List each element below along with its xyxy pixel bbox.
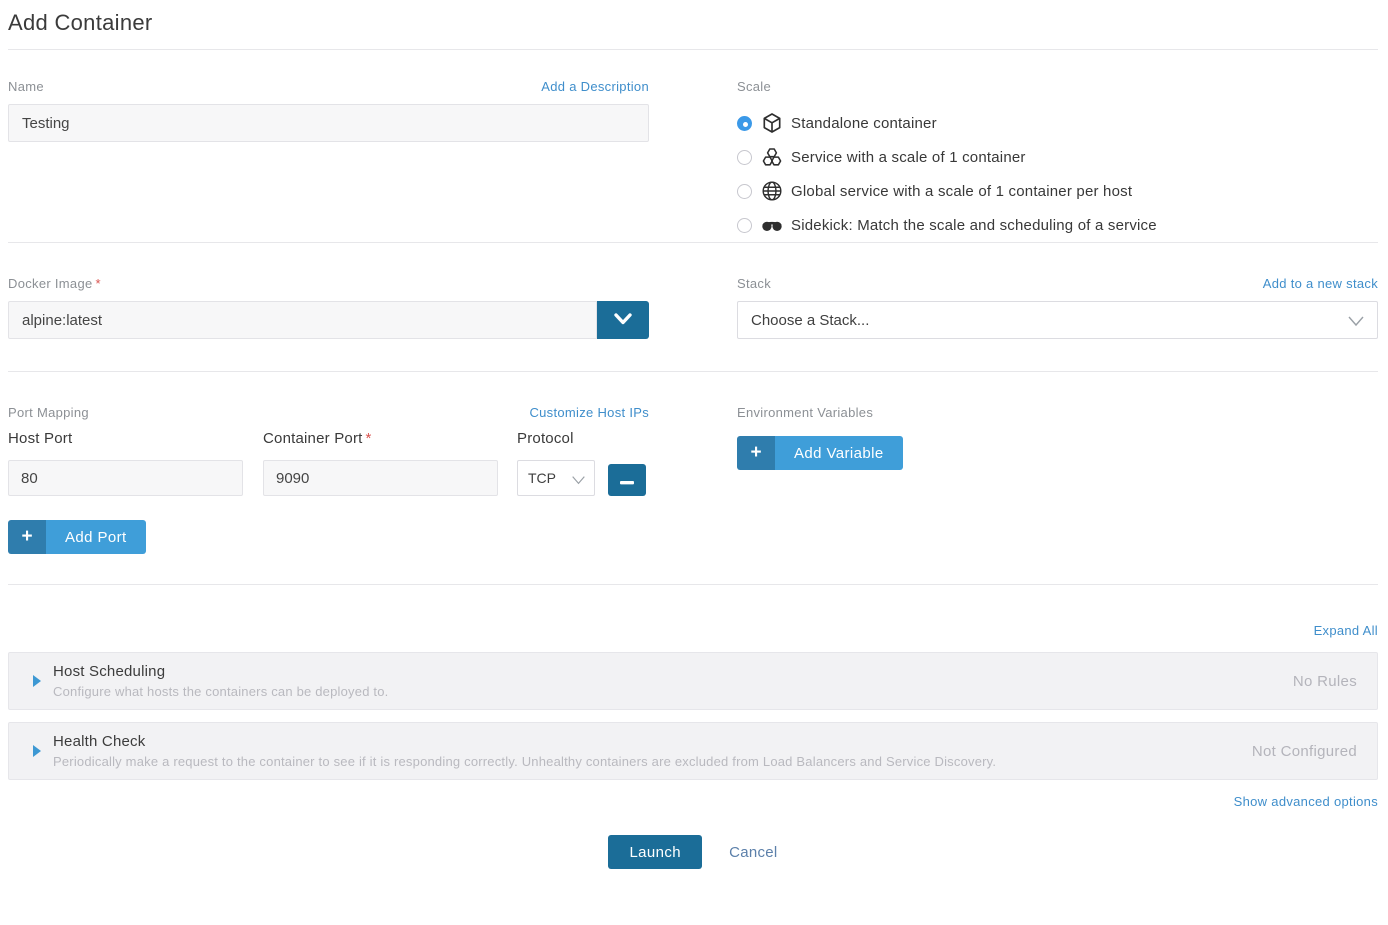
scale-option-standalone[interactable]: Standalone container <box>737 106 1378 140</box>
mask-icon <box>761 214 783 236</box>
container-port-input[interactable] <box>263 460 498 496</box>
row-image-stack: Docker Image* Stack Add to a new stack C… <box>8 271 1378 339</box>
radio-selected-icon[interactable] <box>737 116 752 131</box>
docker-image-label: Docker Image* <box>8 276 101 291</box>
page-title: Add Container <box>8 8 1378 36</box>
port-row: Host Port Container Port* Protocol TCP <box>8 430 649 496</box>
name-input[interactable] <box>8 104 649 142</box>
scale-options: Standalone container Service with a scal… <box>737 106 1378 242</box>
stack-label: Stack <box>737 276 771 291</box>
host-scheduling-accordion[interactable]: Host Scheduling Configure what hosts the… <box>8 652 1378 710</box>
row-name-scale: Name Add a Description Scale <box>8 74 1378 242</box>
caret-right-icon <box>33 675 41 687</box>
cancel-button[interactable]: Cancel <box>729 844 778 861</box>
accordion-title: Host Scheduling <box>53 663 1273 680</box>
customize-host-ips-link[interactable]: Customize Host IPs <box>529 405 649 420</box>
stack-select-value: Choose a Stack... <box>751 312 869 329</box>
scale-label: Scale <box>737 79 771 94</box>
radio-icon[interactable] <box>737 184 752 199</box>
radio-icon[interactable] <box>737 150 752 165</box>
stack-section: Stack Add to a new stack Choose a Stack.… <box>737 271 1378 339</box>
remove-port-button[interactable] <box>608 464 646 496</box>
host-port-label: Host Port <box>8 430 243 454</box>
required-asterisk: * <box>366 430 372 447</box>
launch-button[interactable]: Launch <box>608 835 702 869</box>
host-port-input[interactable] <box>8 460 243 496</box>
add-new-stack-link[interactable]: Add to a new stack <box>1263 276 1378 291</box>
image-dropdown-button[interactable] <box>597 301 649 339</box>
accordion-description: Configure what hosts the containers can … <box>53 684 1273 699</box>
environment-variables-section: Environment Variables + Add Variable <box>737 400 1378 554</box>
caret-right-icon <box>33 745 41 757</box>
container-port-label: Container Port* <box>263 430 498 454</box>
name-section: Name Add a Description <box>8 74 649 242</box>
globe-icon <box>761 180 783 202</box>
status-badge: No Rules <box>1293 673 1357 690</box>
health-check-accordion[interactable]: Health Check Periodically make a request… <box>8 722 1378 780</box>
divider <box>8 584 1378 585</box>
add-port-label: Add Port <box>46 520 146 554</box>
divider <box>8 49 1378 50</box>
add-port-button[interactable]: + Add Port <box>8 520 146 554</box>
scale-option-label: Service with a scale of 1 container <box>791 149 1026 166</box>
radio-icon[interactable] <box>737 218 752 233</box>
scale-option-service[interactable]: Service with a scale of 1 container <box>737 140 1378 174</box>
environment-variables-label: Environment Variables <box>737 405 873 420</box>
expand-all-link[interactable]: Expand All <box>1314 623 1378 640</box>
protocol-select[interactable]: TCP <box>517 460 595 496</box>
scale-option-sidekick[interactable]: Sidekick: Match the scale and scheduling… <box>737 208 1378 242</box>
protocol-label: Protocol <box>517 430 595 454</box>
status-badge: Not Configured <box>1252 743 1357 760</box>
divider <box>8 371 1378 372</box>
add-variable-label: Add Variable <box>775 436 903 470</box>
add-container-page: Add Container Name Add a Description Sca… <box>0 0 1388 879</box>
docker-image-input[interactable] <box>8 301 597 339</box>
add-variable-button[interactable]: + Add Variable <box>737 436 903 470</box>
stack-select[interactable]: Choose a Stack... <box>737 301 1378 339</box>
divider <box>8 242 1378 243</box>
scale-option-label: Standalone container <box>791 115 937 132</box>
docker-image-section: Docker Image* <box>8 271 649 339</box>
service-icon <box>761 146 783 168</box>
required-asterisk: * <box>96 276 101 291</box>
name-label: Name <box>8 79 44 94</box>
chevron-down-icon <box>613 312 633 329</box>
plus-icon: + <box>8 520 46 554</box>
scale-option-label: Sidekick: Match the scale and scheduling… <box>791 217 1157 234</box>
cube-icon <box>761 112 783 134</box>
footer-actions: Launch Cancel <box>8 835 1378 869</box>
accordion-title: Health Check <box>53 733 1232 750</box>
plus-icon: + <box>737 436 775 470</box>
minus-icon <box>620 473 634 488</box>
add-description-link[interactable]: Add a Description <box>541 79 649 94</box>
chevron-down-icon <box>571 472 586 488</box>
accordion-description: Periodically make a request to the conta… <box>53 754 1232 769</box>
protocol-select-value: TCP <box>528 470 556 486</box>
scale-option-label: Global service with a scale of 1 contain… <box>791 183 1132 200</box>
row-ports-env: Port Mapping Customize Host IPs Host Por… <box>8 400 1378 554</box>
show-advanced-options-link[interactable]: Show advanced options <box>1234 794 1378 811</box>
scale-section: Scale Standalone container <box>737 74 1378 242</box>
port-mapping-section: Port Mapping Customize Host IPs Host Por… <box>8 400 649 554</box>
scale-option-global[interactable]: Global service with a scale of 1 contain… <box>737 174 1378 208</box>
port-mapping-label: Port Mapping <box>8 405 89 420</box>
chevron-down-icon <box>1347 314 1365 331</box>
